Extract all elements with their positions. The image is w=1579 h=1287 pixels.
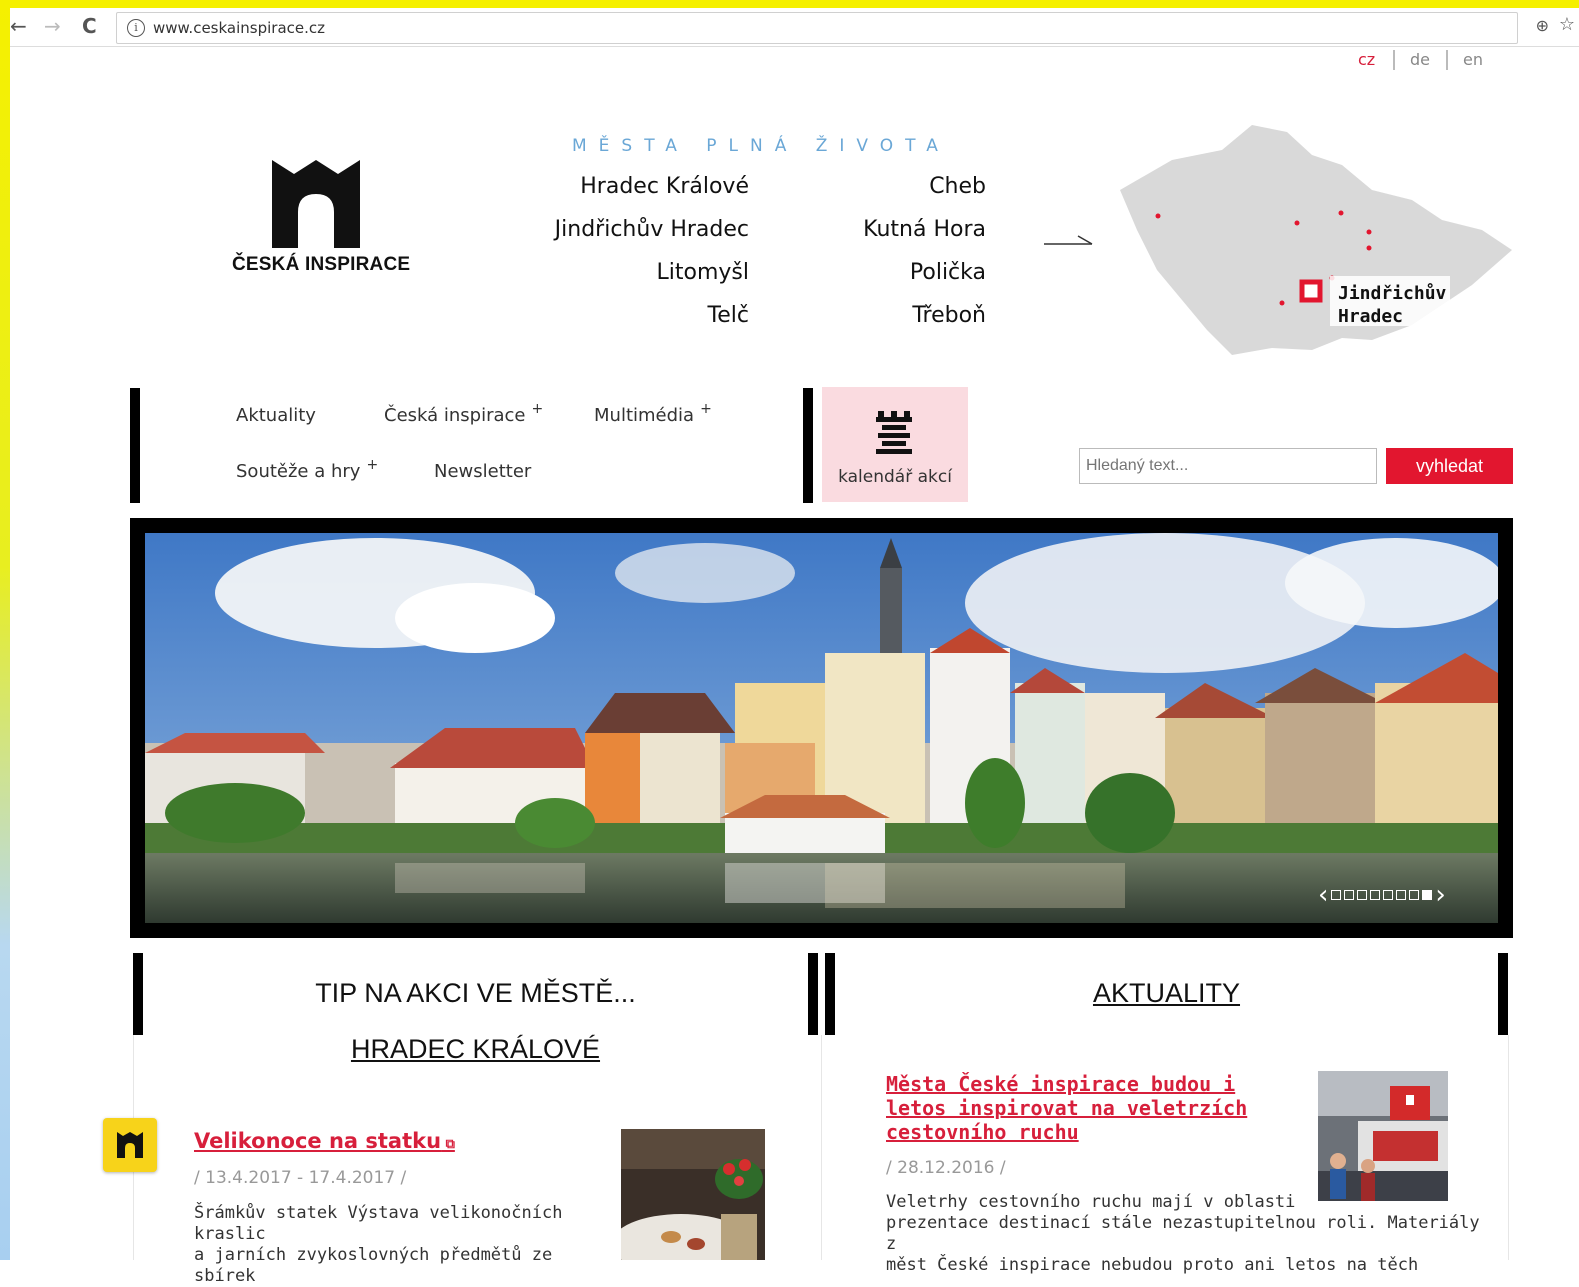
tip-heading: TIP NA AKCI VE MĚSTĚ... [315, 978, 636, 1008]
search-button[interactable]: vyhledat [1386, 448, 1513, 484]
slider-next-icon[interactable]: › [1435, 882, 1445, 908]
hero-slider [130, 518, 1513, 938]
lang-divider [1393, 50, 1395, 70]
bookmark-star-icon[interactable]: ☆ [1559, 14, 1575, 35]
section-bar [825, 953, 835, 1035]
city-link-policka[interactable]: Polička [726, 260, 986, 285]
forward-arrow-icon[interactable]: → [44, 14, 61, 38]
section-divider [821, 1035, 822, 1260]
text-line: Šrámkův statek Výstava velikonočních kra… [194, 1203, 563, 1244]
text-line: a jarních zvykoslovných předmětů ze sbír… [194, 1245, 553, 1286]
city-link-litomysl[interactable]: Litomyšl [489, 260, 749, 285]
lang-de[interactable]: de [1410, 50, 1430, 69]
nav-right-bar [803, 388, 813, 503]
logo-text[interactable]: ČESKÁ INSPIRACE [232, 254, 410, 276]
lang-cz[interactable]: cz [1358, 50, 1375, 69]
ceska-inspirace-badge-icon[interactable] [103, 1118, 157, 1172]
reload-icon[interactable]: C [82, 14, 97, 38]
search-input[interactable] [1079, 448, 1377, 484]
map-label-line: Jindřichův [1338, 283, 1447, 304]
calendar-label: kalendář akcí [838, 467, 952, 487]
section-divider [1508, 1035, 1509, 1260]
slider-dot[interactable] [1331, 890, 1342, 900]
zoom-icon[interactable]: ⊕ [1536, 16, 1549, 35]
slider-dot-active[interactable] [1422, 890, 1433, 900]
lang-divider [1446, 50, 1448, 70]
city-link-hradec-kralove[interactable]: Hradec Králové [489, 174, 749, 199]
city-link-cheb[interactable]: Cheb [726, 174, 986, 199]
slider-dot[interactable] [1396, 890, 1407, 900]
section-bar [808, 953, 818, 1035]
slider-prev-icon[interactable]: ‹ [1318, 882, 1328, 908]
slider-controls: ‹ › [1318, 882, 1446, 908]
slider-dot[interactable] [1409, 890, 1420, 900]
plus-icon: + [366, 457, 379, 473]
news-date: / 28.12.2016 / [886, 1158, 1006, 1178]
arrow-right-icon [1044, 235, 1093, 245]
badge-logo-icon [117, 1132, 143, 1158]
news-thumbnail[interactable] [1318, 1071, 1448, 1201]
menu-label: Česká inspirace [384, 405, 526, 426]
menu-aktuality[interactable]: Aktuality [236, 405, 316, 426]
event-date: / 13.4.2017 - 17.4.2017 / [194, 1168, 407, 1188]
slider-dot[interactable] [1344, 890, 1355, 900]
plus-icon: + [700, 401, 712, 417]
menu-label: Aktuality [236, 405, 316, 426]
slider-dot[interactable] [1357, 890, 1368, 900]
plus-icon: + [531, 401, 544, 417]
info-icon[interactable]: i [127, 19, 145, 37]
event-title-text: Velikonoce na statku [194, 1129, 442, 1153]
menu-ceska-inspirace[interactable]: Česká inspirace + [384, 401, 543, 426]
external-link-icon: ⧉ [441, 1137, 455, 1152]
address-bar[interactable]: i www.ceskainspirace.cz [116, 12, 1518, 44]
menu-newsletter[interactable]: Newsletter [434, 461, 531, 482]
tip-city-link[interactable]: HRADEC KRÁLOVÉ [143, 1034, 808, 1065]
hero-image-town-panorama [145, 533, 1498, 923]
menu-souteze-a-hry[interactable]: Soutěže a hry + [236, 457, 378, 482]
event-description: Šrámkův statek Výstava velikonočních kra… [194, 1203, 614, 1287]
news-heading-link[interactable]: AKTUALITY [835, 978, 1498, 1009]
tower-icon [876, 411, 912, 454]
menu-label: Multimédia [594, 405, 695, 426]
back-arrow-icon[interactable]: ← [10, 14, 27, 38]
menu-multimedia[interactable]: Multimédia + [594, 401, 712, 426]
lang-en[interactable]: en [1463, 50, 1483, 69]
event-thumbnail[interactable] [621, 1129, 765, 1260]
news-title-link[interactable]: Města České inspirace budou i letos insp… [886, 1072, 1306, 1144]
slider-dot[interactable] [1370, 890, 1381, 900]
city-link-telc[interactable]: Telč [489, 303, 749, 328]
text-line: prezentace destinací stále nezastupiteln… [886, 1213, 1480, 1254]
map-highlight-label: Jindřichův Hradec [1338, 282, 1446, 328]
menu-label: Soutěže a hry [236, 461, 361, 482]
czech-map[interactable] [1112, 120, 1516, 365]
screen-frame-left [0, 0, 10, 1260]
tagline: MĚSTA PLNÁ ŽIVOTA [572, 136, 950, 156]
section-bar [133, 953, 143, 1035]
news-excerpt: Veletrhy cestovního ruchu mají v oblasti… [886, 1192, 1486, 1276]
url-text[interactable]: www.ceskainspirace.cz [153, 19, 325, 37]
ceska-inspirace-logo-icon[interactable] [272, 160, 360, 248]
screen-frame-top [0, 0, 1579, 8]
section-bar [1498, 953, 1508, 1035]
city-link-jindrichuv-hradec[interactable]: Jindřichův Hradec [489, 217, 749, 242]
text-line: měst České inspirace nebudou proto ani l… [886, 1255, 1419, 1275]
calendar-button[interactable]: kalendář akcí [822, 387, 968, 502]
menu-label: Newsletter [434, 461, 532, 482]
nav-left-bar [130, 388, 140, 503]
city-link-kutna-hora[interactable]: Kutná Hora [726, 217, 986, 242]
city-link-trebon[interactable]: Třeboň [726, 303, 986, 328]
browser-toolbar: ← → C i www.ceskainspirace.cz ⊕ ☆ [10, 8, 1579, 47]
slider-dot[interactable] [1383, 890, 1394, 900]
event-title-link[interactable]: Velikonoce na statku ⧉ [194, 1129, 455, 1153]
map-label-line: Hradec [1338, 306, 1404, 327]
